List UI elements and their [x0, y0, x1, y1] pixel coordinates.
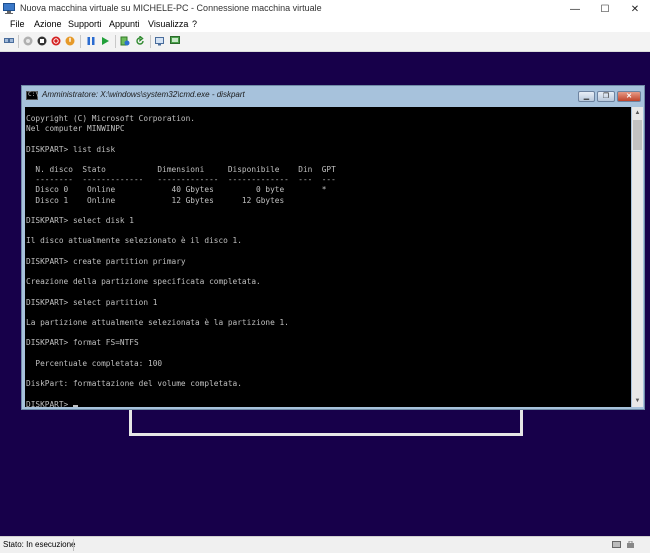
vm-connection-icon: [3, 3, 15, 14]
cmd-minimize-button[interactable]: ▁: [578, 91, 595, 102]
scroll-up-icon[interactable]: ▲: [632, 107, 643, 119]
console-cursor: [72, 404, 78, 407]
cmd-restore-button[interactable]: ❐: [597, 91, 615, 102]
checkpoint-icon[interactable]: [120, 36, 130, 46]
menu-help[interactable]: ?: [192, 19, 197, 29]
pause-icon[interactable]: [86, 36, 96, 46]
revert-icon[interactable]: [135, 36, 145, 46]
shutdown-icon[interactable]: [51, 36, 61, 46]
console-scrollbar[interactable]: ▲ ▼: [632, 107, 643, 407]
menu-file[interactable]: File: [10, 19, 25, 29]
cmd-title: Amministratore: X:\windows\system32\cmd.…: [42, 90, 245, 99]
lock-icon: [627, 541, 634, 548]
keyboard-icon: [612, 541, 621, 548]
scroll-thumb[interactable]: [633, 120, 642, 150]
window-title: Nuova macchina virtuale su MICHELE-PC - …: [20, 3, 322, 13]
console-output[interactable]: Copyright (C) Microsoft Corporation. Nel…: [25, 107, 631, 407]
menu-visualizza[interactable]: Visualizza: [148, 19, 188, 29]
console-prompt: DISKPART>: [26, 399, 73, 407]
status-bar: Stato: In esecuzione: [0, 536, 650, 553]
cmd-close-button[interactable]: ✕: [617, 91, 641, 102]
cmd-icon: C:\: [26, 91, 39, 100]
status-text: Stato: In esecuzione: [3, 540, 76, 549]
cmd-titlebar: C:\ Amministratore: X:\windows\system32\…: [22, 86, 644, 105]
minimize-button[interactable]: —: [560, 0, 590, 18]
toolbar: [0, 32, 650, 52]
start-icon[interactable]: [23, 36, 33, 46]
menu-supporti[interactable]: Supporti: [68, 19, 102, 29]
menu-bar: File Azione Supporti Appunti Visualizza …: [0, 18, 650, 32]
close-button[interactable]: ✕: [620, 0, 650, 18]
share-icon[interactable]: [155, 36, 165, 46]
maximize-button[interactable]: ☐: [590, 0, 620, 18]
ctrl-alt-del-icon[interactable]: [4, 36, 14, 46]
resume-icon[interactable]: [100, 36, 110, 46]
cmd-window: C:\ Amministratore: X:\windows\system32\…: [21, 85, 645, 410]
window-titlebar: Nuova macchina virtuale su MICHELE-PC - …: [0, 0, 650, 18]
power-icon[interactable]: [65, 36, 75, 46]
enhanced-session-icon[interactable]: [170, 36, 180, 46]
console-text: Copyright (C) Microsoft Corporation. Nel…: [26, 114, 336, 407]
scroll-down-icon[interactable]: ▼: [632, 395, 643, 407]
menu-appunti[interactable]: Appunti: [109, 19, 140, 29]
turn-off-icon[interactable]: [37, 36, 47, 46]
menu-azione[interactable]: Azione: [34, 19, 62, 29]
